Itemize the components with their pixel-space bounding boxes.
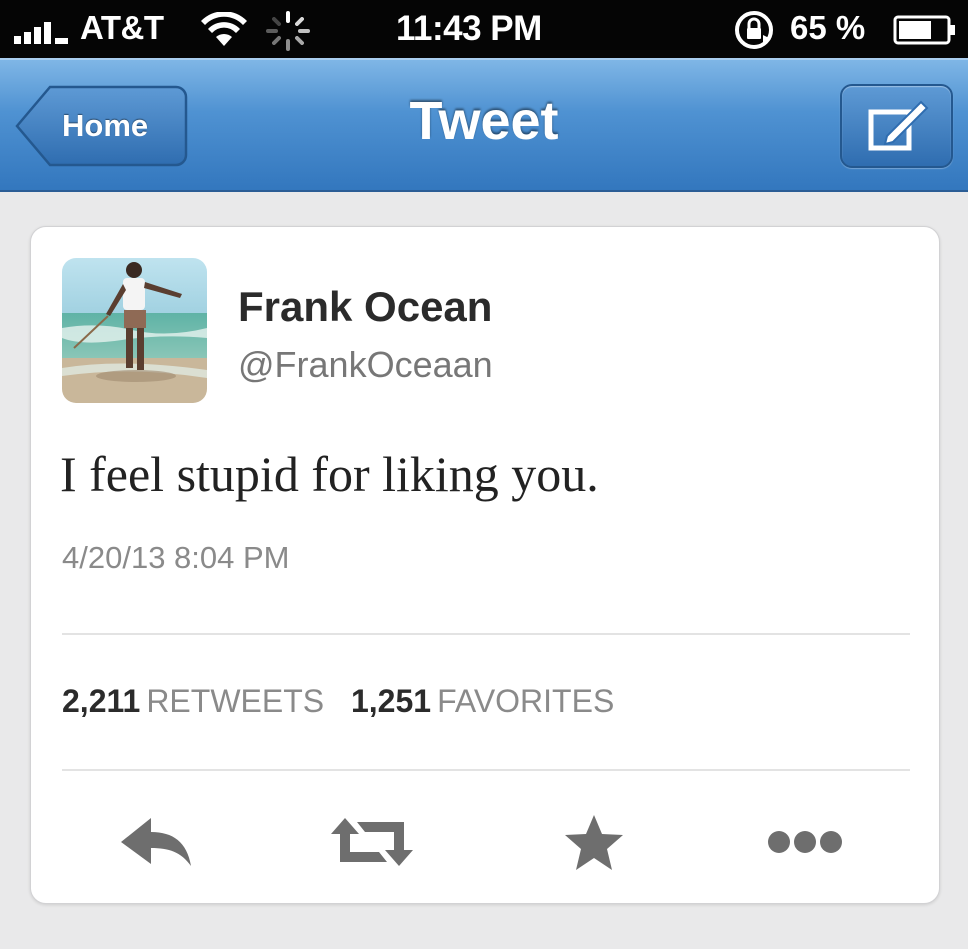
page-title: Tweet [409, 91, 559, 151]
favorite-button[interactable] [559, 812, 649, 872]
favorites-stat[interactable]: 1,251 FAVORITES [351, 683, 632, 719]
compose-icon [868, 100, 929, 151]
favorites-count: 1,251 [350, 683, 432, 719]
signal-bars-icon [14, 22, 68, 44]
more-dots-icon [768, 831, 842, 853]
avatar-photo [62, 258, 207, 403]
favorites-label: FAVORITES [437, 683, 615, 719]
battery-percent: 65 % [790, 9, 866, 46]
retweet-icon [331, 818, 413, 866]
user-handle[interactable]: @FrankOceaan [238, 344, 493, 386]
reply-button[interactable] [117, 812, 207, 872]
tweet-stats: 2,211 RETWEETS 1,251 FAVORITES [62, 683, 632, 720]
wifi-icon [201, 12, 247, 46]
navigation-bar: Home Tweet [0, 58, 968, 192]
retweet-button[interactable] [327, 812, 417, 872]
display-name[interactable]: Frank Ocean [238, 283, 492, 331]
retweets-count: 2,211 [62, 683, 141, 719]
status-bar: AT&T 11:43 PM 65 % [0, 0, 968, 58]
tweet-card: Frank Ocean @FrankOceaan I feel stupid f… [30, 226, 940, 904]
retweets-stat[interactable]: 2,211 RETWEETS [62, 683, 351, 719]
carrier-name: AT&T [80, 9, 164, 46]
status-time: 11:43 PM [396, 9, 542, 48]
compose-button[interactable] [840, 84, 953, 168]
orientation-lock-icon [735, 11, 773, 49]
reply-icon [121, 818, 191, 866]
more-button[interactable] [763, 812, 853, 872]
retweets-label: RETWEETS [146, 683, 325, 719]
tweet-text: I feel stupid for liking you. [60, 446, 599, 502]
divider [62, 633, 910, 635]
activity-spinner-icon [266, 11, 310, 51]
tweet-timestamp: 4/20/13 8:04 PM [62, 540, 290, 575]
divider [62, 769, 910, 771]
star-icon [565, 815, 623, 870]
avatar[interactable] [62, 258, 207, 403]
battery-icon [893, 15, 955, 45]
